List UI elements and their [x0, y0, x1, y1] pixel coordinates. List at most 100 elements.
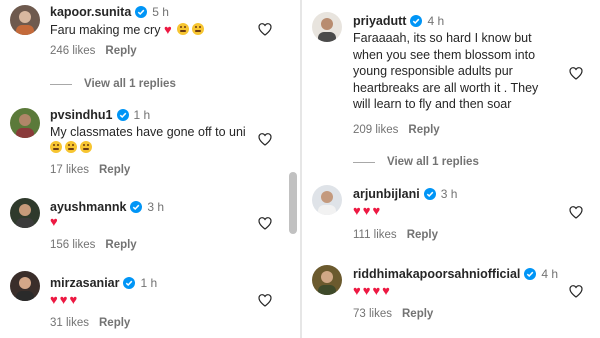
- comment-meta: 246 likes Reply: [50, 45, 137, 57]
- username[interactable]: arjunbijlani: [353, 187, 420, 201]
- comment-time: 3 h: [440, 187, 458, 201]
- comment-text: My classmates have gone off to uni: [50, 124, 246, 141]
- laughing-face-emoji: [65, 141, 77, 153]
- heart-emoji: ♥: [353, 203, 363, 218]
- like-count[interactable]: 209 likes: [353, 124, 398, 136]
- comment-text-body: Faru making me cry: [50, 23, 161, 37]
- comment-header: riddhimakapoorsahniofficial 4 h: [353, 267, 558, 281]
- avatar[interactable]: [312, 12, 342, 42]
- view-replies-button[interactable]: View all 1 replies: [50, 78, 176, 90]
- like-count[interactable]: 156 likes: [50, 239, 95, 251]
- like-count[interactable]: 17 likes: [50, 164, 89, 176]
- avatar[interactable]: [312, 265, 342, 295]
- avatar-image: [10, 5, 40, 35]
- comment-header: kapoor.sunita 5 h: [50, 5, 169, 19]
- reply-divider-line: [353, 161, 375, 163]
- heart-outline-icon[interactable]: [568, 65, 584, 81]
- comment-text-line: young responsible adults pur: [353, 64, 513, 78]
- comment-text-line: heartbreaks are all worth it . They: [353, 80, 539, 95]
- comment-text-line: Faraaaah, its so hard I know but: [353, 31, 532, 45]
- laughing-face-emoji: [80, 141, 92, 153]
- comment-meta: 156 likes Reply: [50, 239, 137, 251]
- like-count[interactable]: 246 likes: [50, 45, 95, 57]
- comment-header: mirzasaniar 1 h: [50, 276, 157, 290]
- comment-header: arjunbijlani 3 h: [353, 187, 457, 201]
- heart-outline-icon[interactable]: [257, 215, 273, 231]
- comment-time: 4 h: [427, 14, 445, 28]
- avatar-image: [312, 265, 342, 295]
- comment-time: 1 h: [133, 108, 151, 122]
- avatar[interactable]: [10, 5, 40, 35]
- avatar-image: [10, 198, 40, 228]
- comment-meta: 31 likes Reply: [50, 317, 130, 329]
- comment-text-line: will learn to fly and then soar: [353, 97, 512, 111]
- reply-button[interactable]: Reply: [402, 308, 433, 320]
- avatar-image: [312, 185, 342, 215]
- comments-column-right: priyadutt 4 h Faraaaah, its so hard I kn…: [302, 0, 600, 338]
- username[interactable]: pvsindhu1: [50, 108, 113, 122]
- view-replies-button[interactable]: View all 1 replies: [353, 156, 479, 168]
- avatar[interactable]: [312, 185, 342, 215]
- comment-meta: 17 likes Reply: [50, 164, 130, 176]
- like-count[interactable]: 73 likes: [353, 308, 392, 320]
- comment-text: ♥♥♥♥: [353, 283, 392, 300]
- heart-emoji: ♥: [50, 214, 60, 229]
- avatar[interactable]: [10, 198, 40, 228]
- heart-emoji: ♥: [59, 292, 70, 307]
- heart-emoji: ♥: [50, 292, 60, 307]
- verified-badge-icon: [130, 201, 143, 213]
- comment-text: ♥: [50, 214, 60, 231]
- avatar-image: [10, 271, 40, 301]
- reply-divider-line: [50, 83, 72, 85]
- username[interactable]: priyadutt: [353, 14, 406, 28]
- comment-text-line: when you see them blossom into: [353, 47, 536, 62]
- comment-header: priyadutt 4 h: [353, 14, 444, 28]
- comment-emoji-line: [50, 140, 95, 157]
- heart-outline-icon[interactable]: [568, 283, 584, 299]
- view-replies-label: View all 1 replies: [387, 156, 479, 168]
- reply-button[interactable]: Reply: [99, 164, 130, 176]
- comment-text: ♥♥♥: [353, 203, 382, 220]
- reply-button[interactable]: Reply: [105, 239, 136, 251]
- comment-time: 1 h: [140, 276, 158, 290]
- comment-time: 5 h: [152, 5, 169, 19]
- comments-column-left: kapoor.sunita 5 h Faru making me cry ♥ 2…: [0, 0, 300, 338]
- comment-meta: 209 likes Reply: [353, 124, 440, 136]
- heart-emoji: ♥: [353, 283, 363, 298]
- comment-text: Faru making me cry ♥: [50, 22, 207, 39]
- heart-emoji: ♥: [362, 283, 373, 298]
- reply-button[interactable]: Reply: [407, 229, 438, 241]
- heart-outline-icon[interactable]: [568, 204, 584, 220]
- heart-emoji: ♥: [362, 203, 373, 218]
- heart-outline-icon[interactable]: [257, 131, 273, 147]
- like-count[interactable]: 111 likes: [353, 229, 397, 241]
- crying-face-emoji: [177, 23, 190, 35]
- avatar[interactable]: [10, 108, 40, 138]
- heart-emoji: ♥: [69, 292, 80, 307]
- heart-emoji: ♥: [163, 22, 174, 37]
- heart-outline-icon[interactable]: [257, 292, 273, 308]
- comment-text: ♥♥♥: [50, 292, 79, 309]
- comment-time: 4 h: [541, 267, 559, 281]
- comment-header: pvsindhu1 1 h: [50, 108, 150, 122]
- like-count[interactable]: 31 likes: [50, 317, 89, 329]
- comment-meta: 73 likes Reply: [353, 308, 433, 320]
- heart-emoji: ♥: [372, 283, 383, 298]
- verified-badge-icon: [410, 15, 423, 27]
- username[interactable]: ayushmannk: [50, 200, 126, 214]
- heart-outline-icon[interactable]: [257, 21, 273, 37]
- reply-button[interactable]: Reply: [105, 45, 136, 57]
- username[interactable]: kapoor.sunita: [50, 5, 131, 19]
- comment-header: ayushmannk 3 h: [50, 200, 164, 214]
- username[interactable]: riddhimakapoorsahniofficial: [353, 267, 520, 281]
- comment-text: Faraaaah, its so hard I know but when yo…: [353, 30, 538, 113]
- comment-meta: 111 likes Reply: [353, 229, 438, 241]
- scrollbar-thumb[interactable]: [289, 172, 297, 234]
- avatar[interactable]: [10, 271, 40, 301]
- heart-emoji: ♥: [382, 283, 392, 298]
- verified-badge-icon: [116, 109, 129, 121]
- username[interactable]: mirzasaniar: [50, 276, 119, 290]
- verified-badge-icon: [524, 268, 537, 280]
- reply-button[interactable]: Reply: [408, 124, 439, 136]
- reply-button[interactable]: Reply: [99, 317, 130, 329]
